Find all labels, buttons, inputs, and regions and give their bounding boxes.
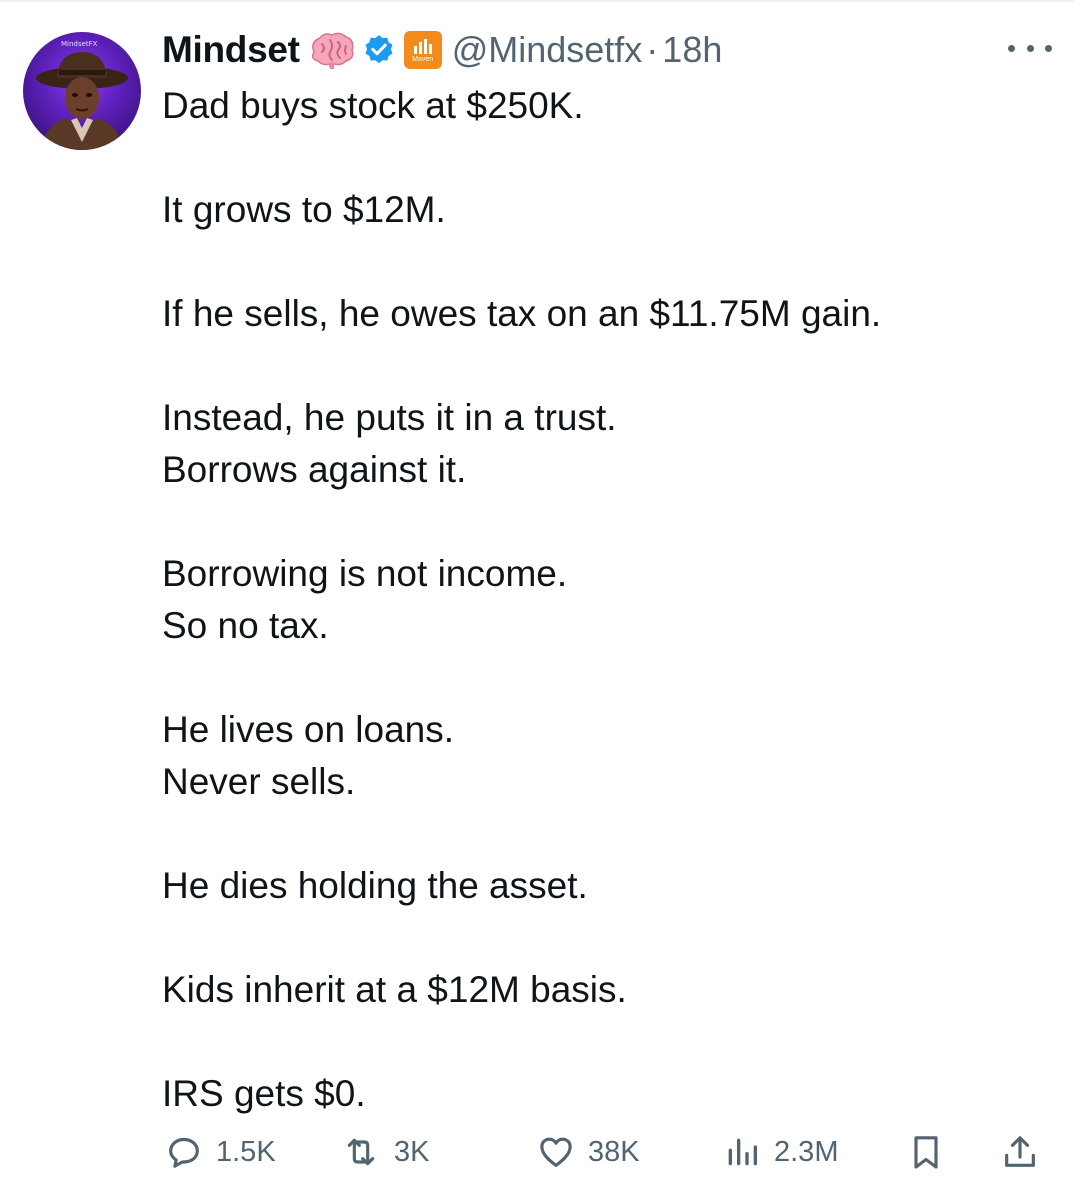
avatar-watermark: MindsetFX [61, 40, 98, 48]
views-count: 2.3M [774, 1135, 839, 1168]
more-icon[interactable] [1008, 36, 1052, 60]
tweet-line: Never sells. [162, 761, 356, 802]
avatar[interactable]: MindsetFX [23, 32, 141, 150]
reply-count: 1.5K [216, 1135, 276, 1168]
repost-icon [340, 1132, 382, 1172]
tweet-line: Borrowing is not income. [162, 553, 568, 594]
tweet-text: Dad buys stock at $250K. It grows to $12… [162, 80, 1042, 1120]
tweet-line: IRS gets $0. [162, 1073, 366, 1114]
like-count: 38K [588, 1135, 640, 1168]
author-handle[interactable]: @Mindsetfx [452, 29, 643, 71]
tweet-line: Kids inherit at a $12M basis. [162, 969, 627, 1010]
tweet-line: It grows to $12M. [162, 189, 446, 230]
like-icon [536, 1132, 576, 1172]
share-icon [1000, 1132, 1040, 1172]
tweet-line: So no tax. [162, 605, 329, 646]
bookmark-icon [906, 1132, 946, 1172]
reply-button[interactable]: 1.5K [164, 1126, 276, 1178]
author-name[interactable]: Mindset [162, 29, 300, 71]
tweet-line: Dad buys stock at $250K. [162, 85, 584, 126]
separator-dot: · [646, 29, 659, 70]
tweet-line: Borrows against it. [162, 449, 467, 490]
repost-count: 3K [394, 1135, 430, 1168]
tweet-line: If he sells, he owes tax on an $11.75M g… [162, 293, 882, 334]
top-divider [0, 0, 1074, 2]
action-bar: 1.5K 3K 38K 2.3M [160, 1126, 1050, 1178]
verified-icon [362, 33, 396, 67]
reply-icon [164, 1132, 204, 1172]
views-button[interactable]: 2.3M [722, 1126, 838, 1178]
tweet-header: Mindset Maven @Mindsetfx · 18h [162, 26, 722, 74]
views-icon [722, 1132, 762, 1172]
brain-icon [308, 30, 356, 70]
repost-button[interactable]: 3K [340, 1126, 429, 1178]
tweet-timestamp[interactable]: 18h [662, 29, 722, 71]
like-button[interactable]: 38K [536, 1126, 640, 1178]
bookmark-button[interactable] [906, 1126, 946, 1178]
tweet-line: He lives on loans. [162, 709, 455, 750]
tweet-line: Instead, he puts it in a trust. [162, 397, 617, 438]
tweet-line: He dies holding the asset. [162, 865, 588, 906]
share-button[interactable] [1000, 1126, 1040, 1178]
org-badge-icon[interactable]: Maven [403, 31, 442, 69]
org-badge-label: Maven [412, 56, 434, 63]
